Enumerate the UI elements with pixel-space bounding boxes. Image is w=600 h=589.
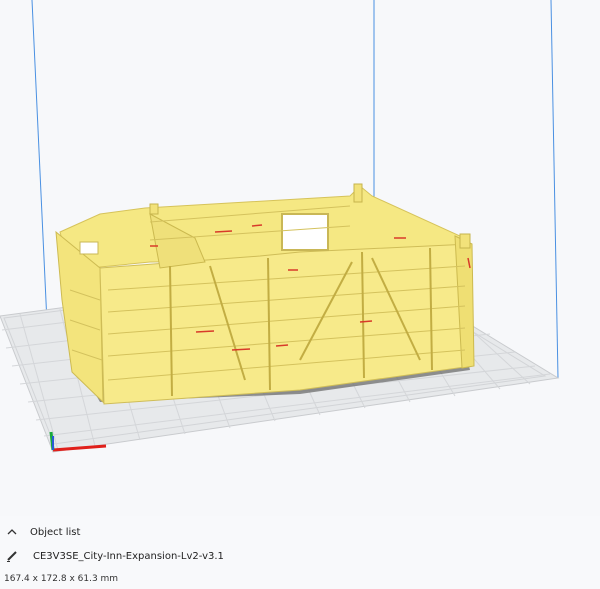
object-file-name: CE3V3SE_City-Inn-Expansion-Lv2-v3.1 — [33, 550, 224, 562]
object-list-title: Object list — [30, 526, 81, 538]
scene-svg — [0, 0, 560, 453]
object-list-item[interactable]: CE3V3SE_City-Inn-Expansion-Lv2-v3.1 — [0, 546, 600, 566]
object-dimensions: 167.4 x 172.8 x 61.3 mm — [4, 574, 119, 584]
pencil-icon[interactable] — [5, 549, 19, 563]
object-list-panel: Object list CE3V3SE_City-Inn-Expansion-L… — [0, 516, 600, 589]
object-list-header[interactable]: Object list — [0, 522, 600, 542]
3d-viewport[interactable] — [0, 0, 600, 516]
model — [55, 183, 475, 405]
object-dimensions-row: 167.4 x 172.8 x 61.3 mm — [0, 570, 600, 588]
build-volume-edge-far-right — [550, 0, 559, 379]
chevron-up-icon[interactable] — [6, 526, 18, 538]
